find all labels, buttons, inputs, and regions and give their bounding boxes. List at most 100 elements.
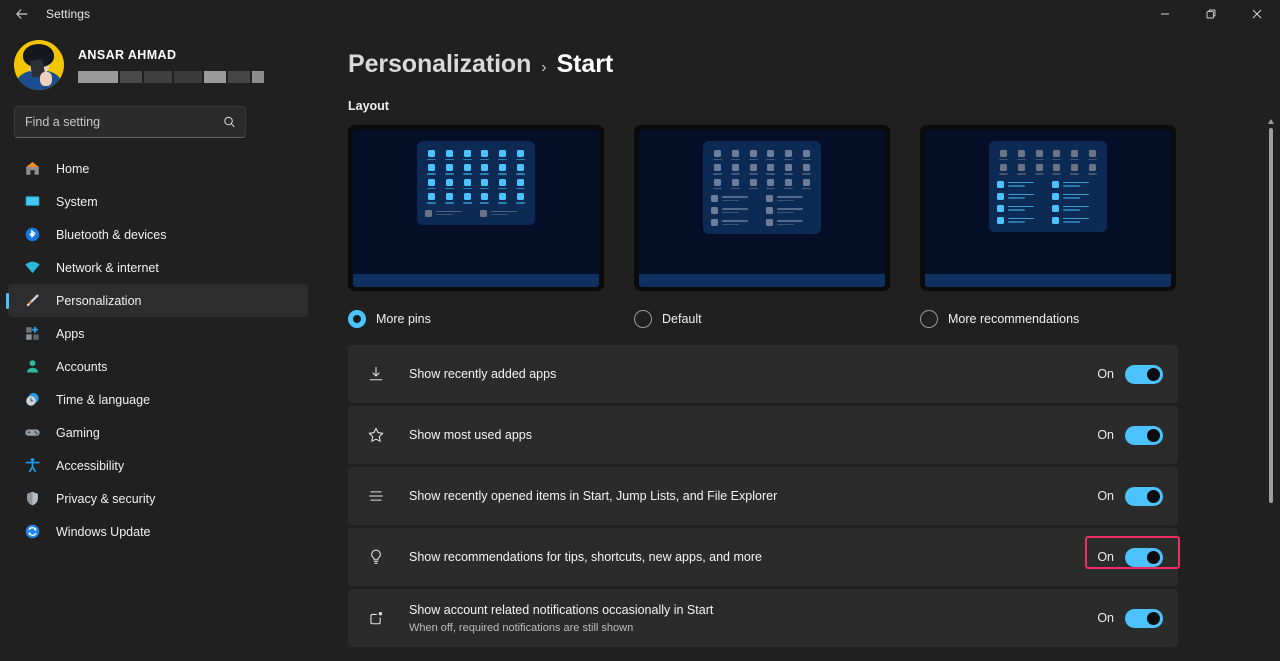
layout-preview-default[interactable] [634,125,890,291]
preview-recommendation [766,207,814,214]
minimize-button[interactable] [1142,0,1188,28]
preview-pin [478,164,492,174]
table-row[interactable]: Show recently opened items in Start, Jum… [348,467,1178,525]
preview-pin [460,179,474,189]
restore-button[interactable] [1188,0,1234,28]
setting-text: Show account related notifications occas… [409,602,1097,635]
account-profile[interactable]: ANSAR AHMAD [0,28,308,100]
lightbulb-icon [365,546,387,568]
page-title: Start [557,50,613,79]
layout-preview-more-pins[interactable] [348,125,604,291]
preview-pin [729,179,743,189]
setting-title: Show recently opened items in Start, Jum… [409,488,1097,504]
radio-indicator[interactable] [348,310,366,328]
sidebar-item-privacy-security[interactable]: Privacy & security [8,482,308,515]
preview-recommendation [711,207,759,214]
layout-radio-more-recommendations[interactable]: More recommendations [920,299,1176,339]
preview-recommendation [1052,205,1100,212]
preview-pin [1015,164,1029,174]
window-body: ANSAR AHMAD [0,28,1280,661]
toggle-switch[interactable] [1125,548,1163,567]
sidebar-item-accessibility[interactable]: Accessibility [8,449,308,482]
toggle-switch[interactable] [1125,426,1163,445]
layout-option-more-pins[interactable]: More pins [348,125,604,339]
preview-pin [799,150,813,160]
preview-recommendation [425,210,473,217]
radio-indicator[interactable] [634,310,652,328]
sidebar-item-label: Personalization [56,294,141,308]
notification-icon [365,607,387,629]
scroll-up-arrow-icon[interactable] [1267,116,1275,126]
preview-pin [513,179,527,189]
preview-pin [711,179,725,189]
minimize-icon [1160,9,1170,19]
breadcrumb: Personalization › Start [348,50,1280,79]
layout-section-label: Layout [348,99,1280,113]
sidebar-item-personalization[interactable]: Personalization [8,284,308,317]
scrollbar-thumb[interactable] [1269,128,1273,503]
sidebar-item-time-language[interactable]: Time & language [8,383,308,416]
gamepad-icon [22,423,42,443]
preview-pin [746,164,760,174]
table-row[interactable]: Show recently added apps On [348,345,1178,403]
back-button[interactable] [0,0,44,28]
layout-options: More pins [348,125,1280,339]
close-button[interactable] [1234,0,1280,28]
preview-recommendation [997,217,1045,224]
radio-indicator[interactable] [920,310,938,328]
layout-radio-default[interactable]: Default [634,299,890,339]
table-row[interactable]: Show most used apps On [348,406,1178,464]
preview-recommendation [997,181,1045,188]
preview-pin [711,150,725,160]
account-name: ANSAR AHMAD [78,48,264,62]
preview-pin [782,164,796,174]
sidebar-item-label: Time & language [56,393,150,407]
search-input[interactable] [15,115,245,129]
layout-preview-more-recommendations[interactable] [920,125,1176,291]
preview-pin [478,179,492,189]
preview-pin [513,193,527,203]
preview-recommendation [711,195,759,202]
restore-icon [1206,9,1216,19]
star-icon [365,424,387,446]
preview-pin [764,164,778,174]
preview-pin [513,150,527,160]
sidebar-item-gaming[interactable]: Gaming [8,416,308,449]
layout-radio-more-pins[interactable]: More pins [348,299,604,339]
toggle-switch[interactable] [1125,487,1163,506]
preview-pin [496,164,510,174]
account-email-redacted [78,71,264,83]
sidebar-item-network[interactable]: Network & internet [8,251,308,284]
preview-pin [425,164,439,174]
preview-pin [478,193,492,203]
account-info: ANSAR AHMAD [78,48,264,83]
radio-label: Default [662,312,702,326]
sidebar-item-system[interactable]: System [8,185,308,218]
content-scrollbar[interactable] [1267,114,1275,661]
toggle-state-label: On [1097,489,1114,503]
settings-list: Show recently added apps On Show most [348,345,1280,647]
sidebar-item-windows-update[interactable]: Windows Update [8,515,308,548]
main-content: Personalization › Start Layout [320,28,1280,661]
preview-recommendation [997,193,1045,200]
table-row[interactable]: Show account related notifications occas… [348,589,1178,647]
sidebar-item-accounts[interactable]: Accounts [8,350,308,383]
toggle-switch[interactable] [1125,609,1163,628]
sidebar-item-bluetooth[interactable]: Bluetooth & devices [8,218,308,251]
toggle-switch[interactable] [1125,365,1163,384]
search-box[interactable] [14,106,246,138]
layout-option-default[interactable]: Default [634,125,890,339]
toggle-state-label: On [1097,428,1114,442]
setting-title: Show recently added apps [409,366,1097,382]
preview-pin [425,150,439,160]
layout-option-more-recommendations[interactable]: More recommendations [920,125,1176,339]
sidebar-item-apps[interactable]: Apps [8,317,308,350]
sidebar-item-label: Network & internet [56,261,159,275]
sidebar-item-label: Home [56,162,89,176]
preview-recommendation [480,210,528,217]
preview-pin [729,164,743,174]
setting-text: Show recommendations for tips, shortcuts… [409,549,1097,565]
breadcrumb-root[interactable]: Personalization [348,50,531,79]
table-row[interactable]: Show recommendations for tips, shortcuts… [348,528,1178,586]
sidebar-item-home[interactable]: Home [8,152,308,185]
